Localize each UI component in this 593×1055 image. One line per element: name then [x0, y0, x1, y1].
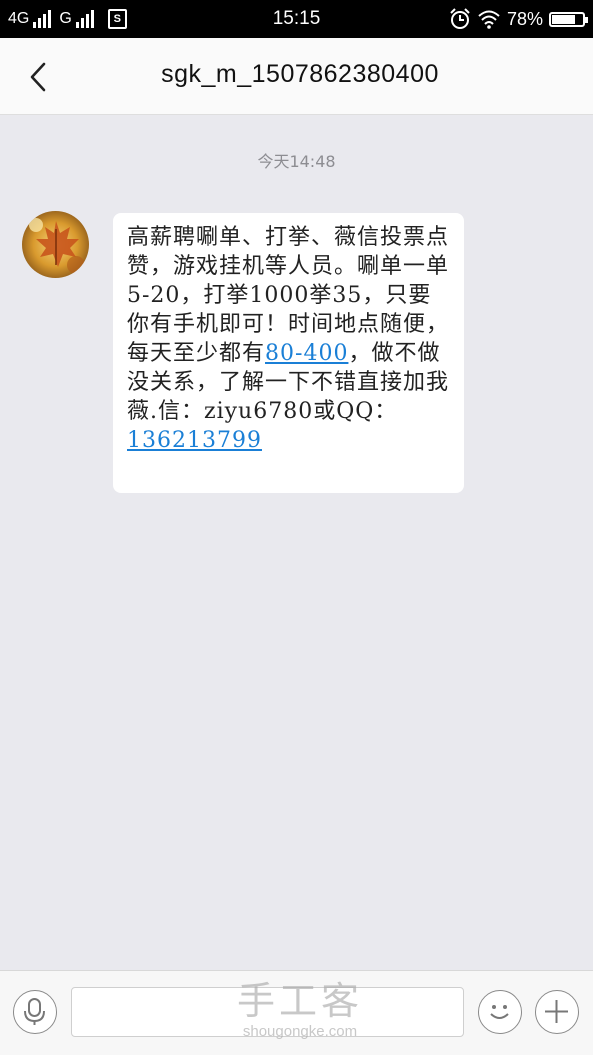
- status-bar: 4G G S 15:15 78%: [0, 0, 593, 38]
- battery-percent: 78%: [506, 8, 543, 29]
- alarm-icon: [450, 8, 470, 29]
- smiley-icon: [490, 1005, 509, 1019]
- wifi-icon: [478, 10, 500, 29]
- add-button[interactable]: [535, 990, 579, 1034]
- conversation-header: sgk_m_1507862380400: [0, 38, 593, 115]
- input-bar: 手工客 shougongke.com: [0, 970, 593, 1055]
- message-bubble[interactable]: 高薪聘唰单、打挙、薇信投票点赞，游戏挂机等人员。唰单一单5-20，打挙1000挙…: [113, 213, 464, 493]
- phone-number-link[interactable]: 136213799: [127, 428, 262, 453]
- microphone-icon: [24, 998, 45, 1025]
- maple-leaf-avatar-image: [22, 211, 89, 278]
- emoji-button[interactable]: [478, 990, 522, 1034]
- message-text: 高薪聘唰单、打挙、薇信投票点赞，游戏挂机等人员。唰单一单5-20，打挙1000挙…: [127, 223, 452, 455]
- battery-icon: [549, 11, 588, 27]
- chevron-left-icon: [30, 62, 46, 92]
- contact-avatar[interactable]: [22, 211, 89, 278]
- plus-icon: [545, 1000, 568, 1023]
- battery-fill: [552, 14, 576, 24]
- back-button[interactable]: [20, 58, 60, 98]
- number-link-1[interactable]: 80-400: [265, 341, 348, 366]
- message-input[interactable]: [71, 987, 464, 1037]
- contact-title: sgk_m_1507862380400: [161, 60, 439, 88]
- message-timestamp: 今天14:48: [257, 152, 336, 171]
- status-right: 78%: [449, 8, 588, 30]
- voice-button[interactable]: [13, 990, 57, 1034]
